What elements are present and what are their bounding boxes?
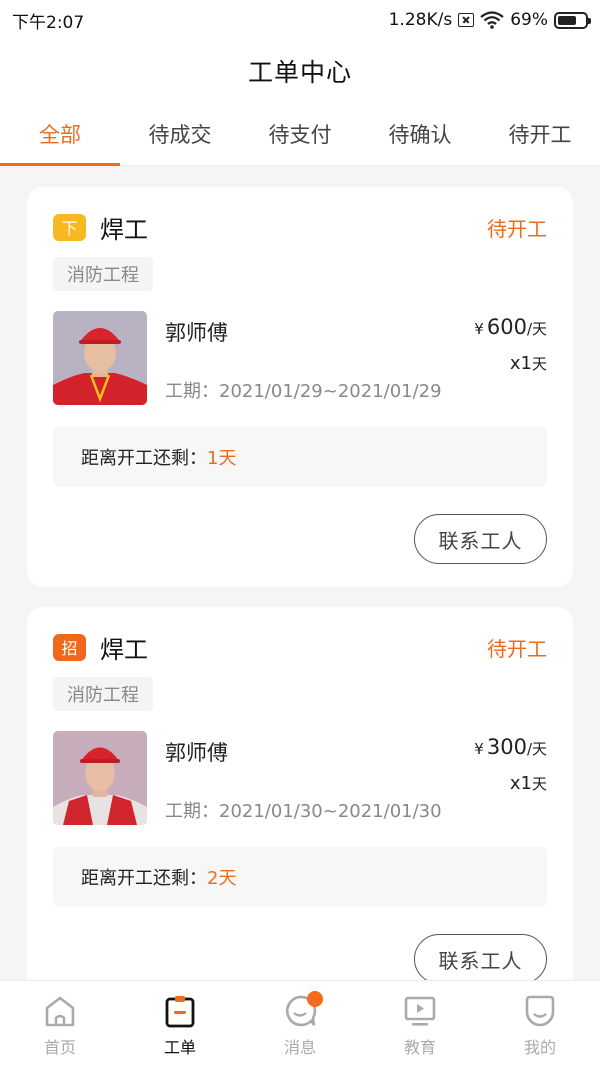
work-order-icon bbox=[165, 996, 195, 1028]
network-speed: 1.28K/s bbox=[388, 10, 453, 30]
work-period: 工期：2021/01/30~2021/01/30 bbox=[165, 801, 442, 822]
nav-home[interactable]: 首页 bbox=[0, 981, 120, 1067]
wifi-icon bbox=[480, 11, 504, 29]
nav-profile[interactable]: 我的 bbox=[480, 981, 600, 1067]
order-list[interactable]: 下 焊工 待开工 消防工程 郭师傅 ¥ 600 /天 x1天 工期：2021/0… bbox=[0, 166, 600, 980]
project-tag: 消防工程 bbox=[53, 677, 153, 711]
nav-label: 首页 bbox=[43, 1038, 76, 1057]
project-tag: 消防工程 bbox=[53, 257, 153, 291]
currency-symbol: ¥ bbox=[474, 740, 484, 758]
countdown-label: 距离开工还剩： bbox=[81, 448, 207, 469]
order-card-header: 招 焊工 待开工 bbox=[53, 631, 547, 664]
tab-pending-deal[interactable]: 待成交 bbox=[120, 102, 240, 165]
daily-price: ¥ 300 /天 bbox=[474, 735, 547, 759]
order-card-header: 下 焊工 待开工 bbox=[53, 211, 547, 244]
nav-label: 消息 bbox=[283, 1038, 316, 1057]
currency-symbol: ¥ bbox=[474, 320, 484, 338]
quantity-value: x1 bbox=[509, 773, 532, 794]
order-card[interactable]: 招 焊工 待开工 消防工程 郭师傅 ¥ 300 /天 x1天 工期：2021/0… bbox=[27, 607, 573, 980]
order-type-badge: 下 bbox=[53, 213, 86, 241]
nav-education[interactable]: 教育 bbox=[360, 981, 480, 1067]
nav-messages[interactable]: 消息 bbox=[240, 981, 360, 1067]
tab-pending-payment[interactable]: 待支付 bbox=[240, 102, 360, 165]
order-status: 待开工 bbox=[487, 636, 547, 661]
worker-photo[interactable] bbox=[53, 731, 147, 825]
quantity-value: x1 bbox=[509, 353, 532, 374]
notification-dot bbox=[307, 991, 323, 1007]
start-countdown: 距离开工还剩： 2天 bbox=[53, 847, 547, 907]
tab-pending-confirm[interactable]: 待确认 bbox=[360, 102, 480, 165]
job-title: 焊工 bbox=[100, 635, 148, 664]
no-sim-icon bbox=[458, 13, 475, 27]
worker-name: 郭师傅 bbox=[165, 741, 228, 765]
bottom-nav: 首页 工单 消息 教育 我的 bbox=[0, 980, 600, 1067]
work-period: 工期：2021/01/29~2021/01/29 bbox=[165, 381, 442, 402]
order-tabs: 全部 待成交 待支付 待确认 待开工 bbox=[0, 102, 600, 166]
work-days: x1天 bbox=[510, 773, 547, 794]
daily-price: ¥ 600 /天 bbox=[474, 315, 547, 339]
nav-work-order[interactable]: 工单 bbox=[120, 981, 240, 1067]
job-title: 焊工 bbox=[100, 215, 148, 244]
tab-all[interactable]: 全部 bbox=[0, 102, 120, 166]
worker-name: 郭师傅 bbox=[165, 321, 228, 345]
battery-percent: 69% bbox=[510, 10, 548, 30]
price-value: 600 bbox=[486, 315, 527, 339]
status-indicators: 1.28K/s 69% bbox=[388, 10, 591, 30]
quantity-unit: 天 bbox=[531, 775, 547, 793]
countdown-value: 1天 bbox=[207, 448, 237, 469]
quantity-unit: 天 bbox=[531, 355, 547, 373]
page-title: 工单中心 bbox=[247, 58, 352, 87]
battery-icon bbox=[554, 11, 591, 29]
profile-icon bbox=[525, 995, 555, 1027]
start-countdown: 距离开工还剩： 1天 bbox=[53, 427, 547, 487]
order-card[interactable]: 下 焊工 待开工 消防工程 郭师傅 ¥ 600 /天 x1天 工期：2021/0… bbox=[27, 187, 573, 587]
nav-label: 工单 bbox=[163, 1038, 196, 1057]
countdown-value: 2天 bbox=[207, 868, 237, 889]
home-icon bbox=[45, 996, 75, 1027]
price-unit: /天 bbox=[526, 320, 547, 338]
worker-photo[interactable] bbox=[53, 311, 147, 405]
header: 工单中心 bbox=[0, 40, 600, 102]
work-days: x1天 bbox=[510, 353, 547, 374]
nav-label: 教育 bbox=[403, 1038, 436, 1057]
price-value: 300 bbox=[486, 735, 527, 759]
tab-pending-start[interactable]: 待开工 bbox=[480, 102, 600, 165]
status-bar: 下午2:07 1.28K/s 69% bbox=[0, 0, 600, 40]
contact-worker-button[interactable]: 联系工人 bbox=[414, 514, 547, 564]
price-unit: /天 bbox=[526, 740, 547, 758]
order-status: 待开工 bbox=[487, 216, 547, 241]
contact-worker-button[interactable]: 联系工人 bbox=[414, 934, 547, 980]
nav-label: 我的 bbox=[523, 1038, 556, 1057]
status-time: 下午2:07 bbox=[12, 12, 85, 33]
education-icon bbox=[404, 996, 436, 1026]
countdown-label: 距离开工还剩： bbox=[81, 868, 207, 889]
order-type-badge: 招 bbox=[53, 633, 86, 661]
